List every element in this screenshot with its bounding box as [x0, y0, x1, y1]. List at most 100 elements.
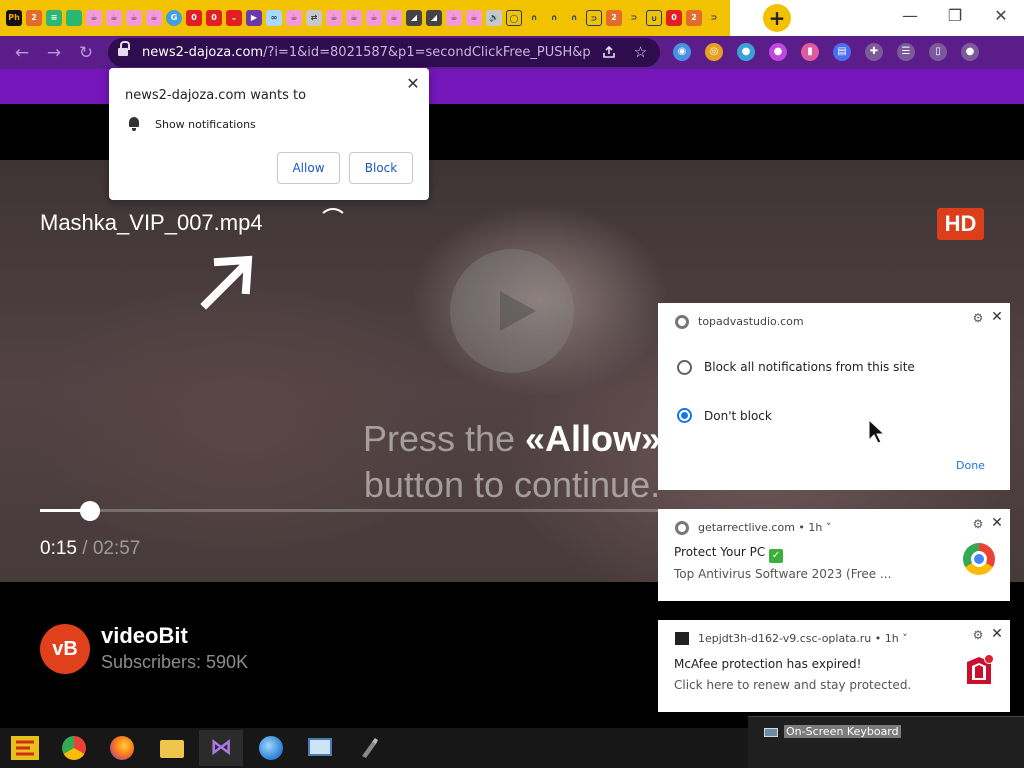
- browser-tab[interactable]: ⌄: [226, 10, 242, 26]
- done-button[interactable]: Done: [956, 459, 985, 472]
- address-bar[interactable]: news2-dajoza.com/?i=1&id=8021587&p1=seco…: [108, 38, 660, 67]
- on-screen-keyboard-window[interactable]: On-Screen Keyboard: [748, 716, 1024, 768]
- browser-tab[interactable]: 2: [606, 10, 622, 26]
- browser-tab[interactable]: ∩: [566, 10, 582, 26]
- radio-label-dont-block[interactable]: Don't block: [704, 409, 772, 423]
- toast-body: Click here to renew and stay protected.: [674, 678, 912, 692]
- browser-tab[interactable]: ☕: [146, 10, 162, 26]
- reading-list-icon[interactable]: ☰: [897, 43, 915, 61]
- browser-toolbar: ← → ↻ news2-dajoza.com/?i=1&id=8021587&p…: [0, 36, 1024, 69]
- forward-button[interactable]: →: [41, 40, 67, 66]
- puzzle-icon[interactable]: ✚: [865, 43, 883, 61]
- browser-tab[interactable]: 🔊: [486, 10, 502, 26]
- browser-tab[interactable]: [66, 10, 82, 26]
- browser-tab[interactable]: ◢: [406, 10, 422, 26]
- bookmark-star-icon[interactable]: ☆: [628, 40, 653, 65]
- docs-extension-icon[interactable]: ▤: [833, 43, 851, 61]
- ie-icon: [259, 736, 283, 760]
- toast-site: 1epjdt3h-d162-v9.csc-oplata.ru • 1h ˅: [698, 632, 908, 645]
- side-panel-icon[interactable]: ▯: [929, 43, 947, 61]
- duration: / 02:57: [76, 538, 141, 559]
- browser-tab[interactable]: ☕: [366, 10, 382, 26]
- browser-tab[interactable]: ☕: [106, 10, 122, 26]
- browser-tab[interactable]: ≡: [46, 10, 62, 26]
- close-window-button[interactable]: ✕: [987, 4, 1015, 28]
- gear-icon[interactable]: ⚙: [971, 311, 985, 325]
- browser-tab[interactable]: ☕: [326, 10, 342, 26]
- radio-dont-block[interactable]: [677, 408, 692, 423]
- browser-tab[interactable]: ∩: [546, 10, 562, 26]
- browser-tab[interactable]: ⇄: [306, 10, 322, 26]
- orb-extension-icon[interactable]: ●: [769, 43, 787, 61]
- notification-toast[interactable]: 1epjdt3h-d162-v9.csc-oplata.ru • 1h ˅ ⚙ …: [658, 620, 1010, 712]
- gear-icon[interactable]: ⚙: [971, 628, 985, 642]
- close-icon[interactable]: ✕: [989, 626, 1005, 642]
- target-extension-icon[interactable]: ◎: [705, 43, 723, 61]
- start-logo-icon[interactable]: [8, 732, 42, 764]
- browser-tab[interactable]: 2: [26, 10, 42, 26]
- browser-tab[interactable]: 0: [666, 10, 682, 26]
- minimize-button[interactable]: —: [896, 4, 924, 28]
- taskbar-ie[interactable]: [249, 730, 293, 766]
- taskbar-file-explorer[interactable]: [150, 730, 194, 766]
- browser-tab[interactable]: ☕: [346, 10, 362, 26]
- taskbar-remote-desktop[interactable]: [298, 730, 342, 766]
- taskbar-chrome[interactable]: [52, 730, 96, 766]
- chrome-icon: [62, 736, 86, 760]
- bars-extension-icon[interactable]: ▮: [801, 43, 819, 61]
- allow-button[interactable]: Allow: [277, 152, 340, 184]
- browser-tab[interactable]: 2: [686, 10, 702, 26]
- browser-tab[interactable]: ☕: [386, 10, 402, 26]
- taskbar-app[interactable]: [348, 730, 392, 766]
- video-title: Mashka_VIP_007.mp4: [40, 210, 263, 235]
- reload-button[interactable]: ↻: [73, 40, 99, 66]
- channel-avatar[interactable]: vB: [40, 624, 90, 674]
- close-icon[interactable]: ✕: [989, 515, 1005, 531]
- checkmark-icon: ✓: [769, 549, 784, 563]
- taskbar-visual-studio[interactable]: ⋈: [199, 730, 243, 766]
- browser-tab[interactable]: ☕: [126, 10, 142, 26]
- browser-tab[interactable]: 0: [186, 10, 202, 26]
- channel-name[interactable]: videoBit: [101, 623, 188, 649]
- browser-tab[interactable]: ∞: [266, 10, 282, 26]
- close-icon[interactable]: ✕: [989, 309, 1005, 325]
- keyboard-icon: [764, 728, 778, 737]
- play-button[interactable]: [450, 249, 574, 373]
- browser-tab[interactable]: 0: [206, 10, 222, 26]
- browser-tab[interactable]: ⊃: [586, 10, 602, 26]
- notification-toast[interactable]: getarrectlive.com • 1h ˅ ⚙ ✕ Protect You…: [658, 509, 1010, 601]
- radio-label-block-all[interactable]: Block all notifications from this site: [704, 360, 915, 374]
- browser-tab[interactable]: ☕: [86, 10, 102, 26]
- browser-tab[interactable]: G: [166, 10, 182, 26]
- browser-tab[interactable]: ◯: [506, 10, 522, 26]
- gear-icon[interactable]: ⚙: [971, 517, 985, 531]
- browser-tab[interactable]: ▶: [246, 10, 262, 26]
- browser-tab[interactable]: ⊃: [706, 10, 722, 26]
- cta-prefix: Press the: [362, 418, 526, 459]
- browser-tab[interactable]: ☕: [286, 10, 302, 26]
- browser-tab[interactable]: ∪: [646, 10, 662, 26]
- browser-tab[interactable]: ☕: [446, 10, 462, 26]
- toast-site: getarrectlive.com • 1h ˅: [698, 521, 831, 534]
- url-text[interactable]: news2-dajoza.com/?i=1&id=8021587&p1=seco…: [142, 38, 590, 67]
- on-screen-keyboard-title: On-Screen Keyboard: [784, 725, 901, 738]
- current-time: 0:15: [40, 538, 77, 559]
- progress-knob[interactable]: [80, 501, 101, 521]
- close-icon[interactable]: ✕: [403, 74, 423, 94]
- back-button[interactable]: ←: [9, 40, 35, 66]
- browser-tab[interactable]: Ph: [6, 10, 22, 26]
- browser-tab[interactable]: ∩: [526, 10, 542, 26]
- radio-block-all[interactable]: [677, 360, 692, 375]
- profile-avatar-icon[interactable]: ●: [961, 43, 979, 61]
- taskbar-firefox[interactable]: [100, 730, 144, 766]
- share-icon[interactable]: [596, 40, 621, 65]
- block-button[interactable]: Block: [349, 152, 413, 184]
- lock-icon[interactable]: [118, 41, 130, 58]
- new-tab-button[interactable]: +: [763, 4, 791, 32]
- browser-tab[interactable]: ⊃: [626, 10, 642, 26]
- browser-tab[interactable]: ◢: [426, 10, 442, 26]
- globe-extension-icon[interactable]: ●: [737, 43, 755, 61]
- maximize-button[interactable]: ❐: [941, 4, 969, 28]
- eye-extension-icon[interactable]: ◉: [673, 43, 691, 61]
- browser-tab[interactable]: ☕: [466, 10, 482, 26]
